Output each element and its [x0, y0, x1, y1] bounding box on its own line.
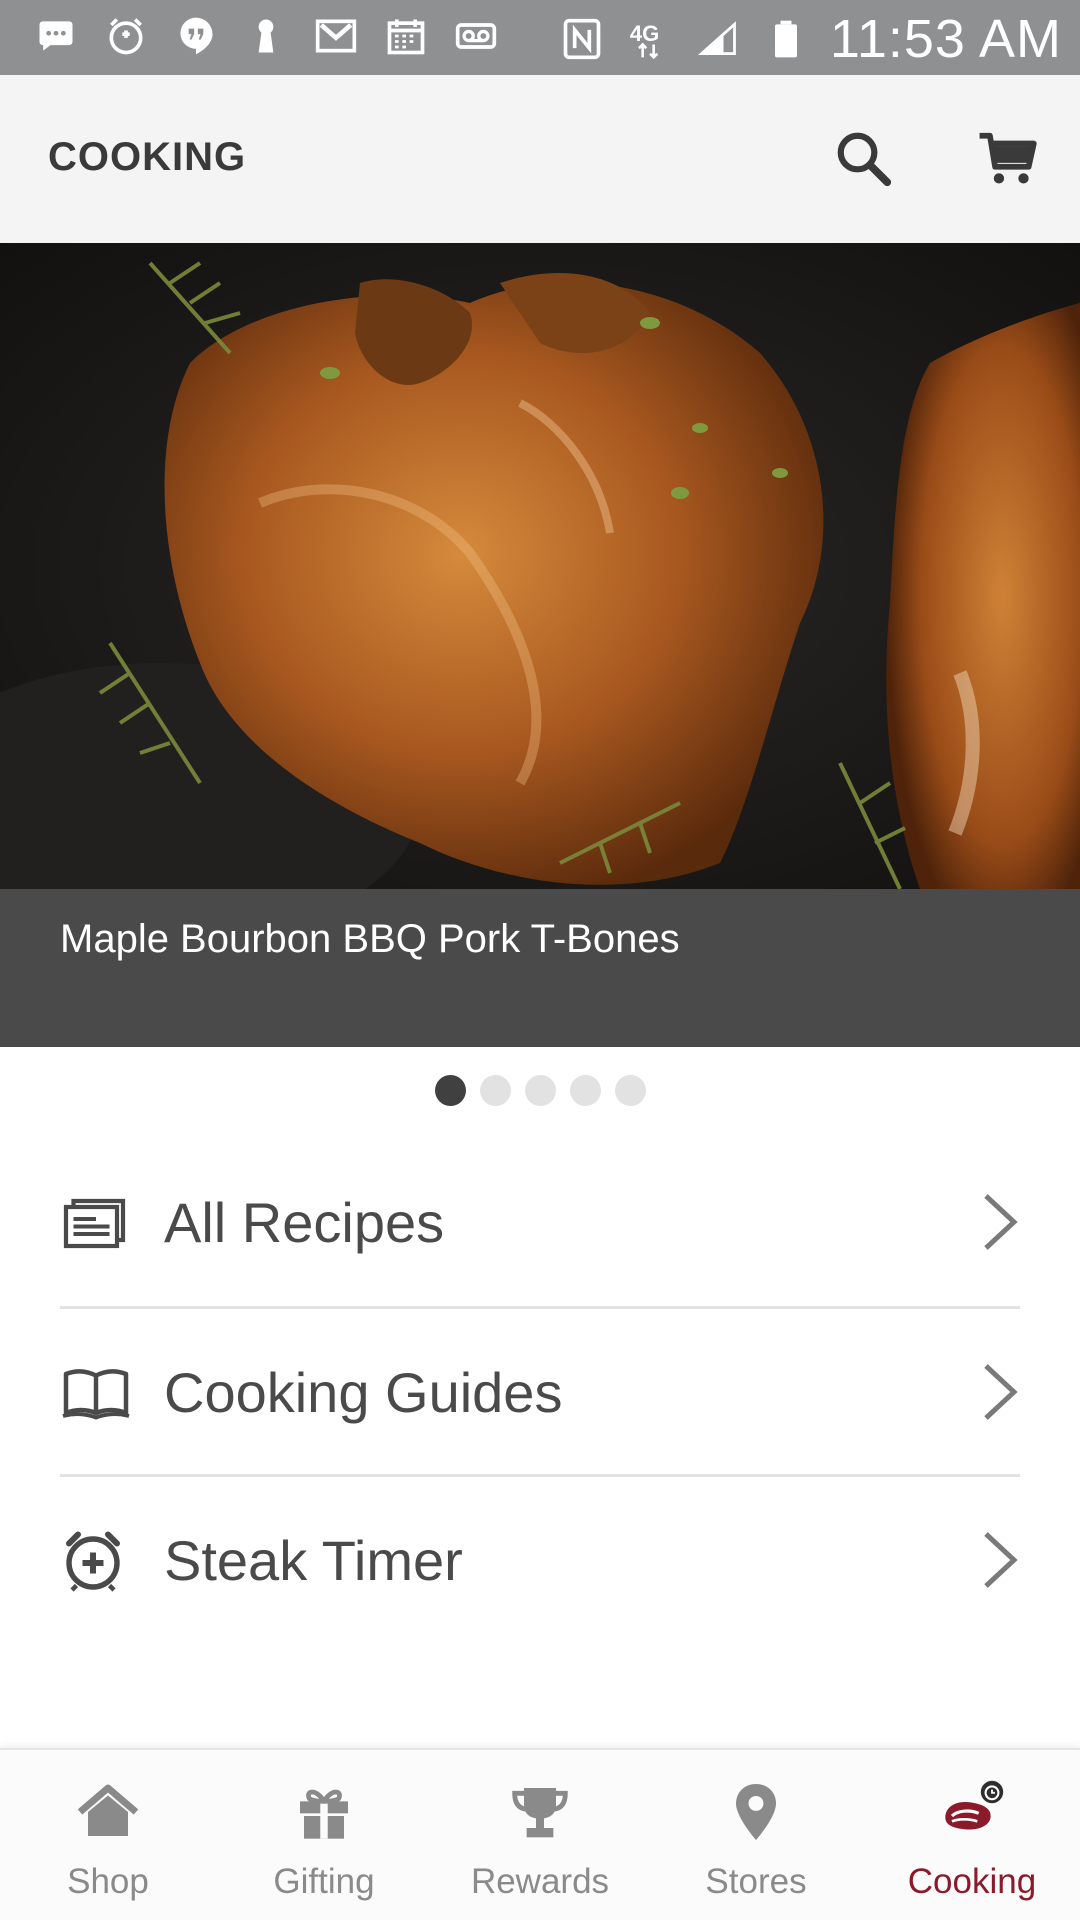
carousel-dot-3[interactable]: [524, 1075, 556, 1106]
status-time: 11:53 AM: [829, 9, 1062, 69]
menu-item-steak-timer[interactable]: Steak Timer: [60, 1476, 1020, 1644]
battery-icon: [762, 15, 810, 63]
lte-icon: 4G: [626, 15, 674, 63]
network-label: 4G: [630, 21, 659, 46]
nav-item-gifting[interactable]: Gifting: [216, 1750, 432, 1920]
carousel-dot-5[interactable]: [614, 1075, 646, 1106]
trophy-icon: [508, 1780, 572, 1844]
carousel-indicator: [0, 1075, 1080, 1109]
hero-caption[interactable]: Maple Bourbon BBQ Pork T-Bones: [0, 889, 1080, 1047]
calendar-icon: [382, 12, 430, 60]
app-bar: COOKING: [0, 75, 1080, 243]
gift-icon: [292, 1780, 356, 1844]
menu-label-all-recipes: All Recipes: [164, 1190, 445, 1254]
menu-item-cooking-guides[interactable]: Cooking Guides: [60, 1308, 1020, 1476]
chevron-right-icon: [984, 1194, 1018, 1250]
nav-label-shop: Shop: [67, 1862, 149, 1901]
alarm-icon: [102, 12, 150, 60]
nav-item-rewards[interactable]: Rewards: [432, 1750, 648, 1920]
nfc-icon: [558, 15, 606, 63]
recipe-title: Maple Bourbon BBQ Pork T-Bones: [60, 917, 680, 961]
map-pin-icon: [724, 1780, 788, 1844]
menu-label-cooking-guides: Cooking Guides: [164, 1360, 563, 1424]
hangouts-icon: [172, 12, 220, 60]
search-icon: [837, 132, 892, 187]
cart-button[interactable]: [968, 119, 1048, 199]
steak-timer-icon: [940, 1780, 1004, 1844]
recipes-icon: [60, 1186, 132, 1258]
notification-icons: [32, 12, 500, 60]
bottom-navigation: Shop Gifting Rewards Stores Cooking: [0, 1748, 1080, 1920]
chevron-right-icon: [984, 1364, 1018, 1420]
voicemail-icon: [452, 12, 500, 60]
pork-chop-image: [0, 243, 1080, 889]
nav-label-stores: Stores: [705, 1862, 807, 1901]
menu-item-all-recipes[interactable]: All Recipes: [60, 1138, 1020, 1306]
carousel-dot-1[interactable]: [434, 1075, 466, 1106]
nav-label-rewards: Rewards: [470, 1862, 610, 1901]
nav-item-shop[interactable]: Shop: [0, 1750, 216, 1920]
nav-label-cooking: Cooking: [907, 1862, 1037, 1901]
signal-icon: [694, 15, 742, 63]
alarm-plus-icon: [60, 1524, 132, 1596]
cart-icon: [979, 132, 1037, 184]
home-icon: [76, 1780, 140, 1844]
page-title: COOKING: [48, 135, 247, 179]
nav-item-stores[interactable]: Stores: [648, 1750, 864, 1920]
nav-item-cooking[interactable]: Cooking: [864, 1750, 1080, 1920]
search-button[interactable]: [824, 119, 904, 199]
menu-label-steak-timer: Steak Timer: [164, 1528, 463, 1592]
system-icons: 4G 11:53 AM: [558, 8, 1062, 70]
gmail-icon: [312, 12, 360, 60]
status-bar: 4G 11:53 AM: [0, 0, 1080, 75]
nav-label-gifting: Gifting: [273, 1862, 375, 1901]
book-icon: [60, 1356, 132, 1428]
hero-carousel[interactable]: [0, 243, 1080, 889]
keyhole-icon: [242, 12, 290, 60]
carousel-dot-4[interactable]: [569, 1075, 601, 1106]
messages-icon: [32, 12, 80, 60]
carousel-dot-2[interactable]: [479, 1075, 511, 1106]
chevron-right-icon: [984, 1532, 1018, 1588]
